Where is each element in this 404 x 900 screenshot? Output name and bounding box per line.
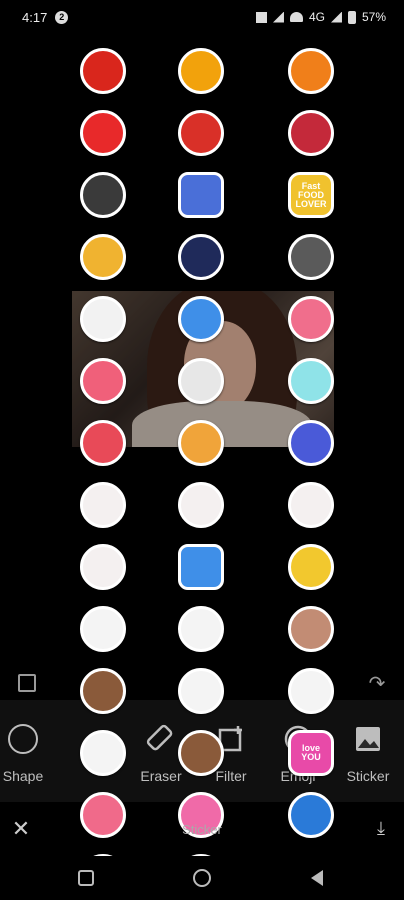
download-icon[interactable]: ⤓ <box>370 818 392 840</box>
goggles-icon <box>178 420 224 466</box>
panda-icon <box>178 668 224 714</box>
bear-balloon-icon <box>80 668 126 714</box>
phone-icon <box>178 544 224 590</box>
sticker-item[interactable] <box>166 660 236 722</box>
battery-icon <box>347 10 356 24</box>
sticker-item[interactable] <box>166 288 236 350</box>
glasses-icon <box>178 358 224 404</box>
sticker-item[interactable] <box>236 474 404 536</box>
status-time: 4:17 <box>22 9 48 25</box>
action-title: Sticker <box>182 822 222 837</box>
sticker-item[interactable] <box>166 226 236 288</box>
sticker-grid: Fast FOOD LOVER love YOU <box>0 40 404 900</box>
sticker-item[interactable] <box>236 102 404 164</box>
sticker-item[interactable] <box>0 40 166 102</box>
sticker-item[interactable] <box>166 722 236 784</box>
pink-hat-icon <box>80 358 126 404</box>
network-type: 4G <box>308 10 325 24</box>
sticker-item[interactable] <box>236 288 404 350</box>
panda-icon <box>288 668 334 714</box>
panda-small-icon <box>80 606 126 652</box>
navigation-bar <box>0 856 404 900</box>
carrot-icon <box>288 48 334 94</box>
vibrate-icon <box>255 11 267 23</box>
signal-icon <box>330 11 342 23</box>
sticker-item[interactable]: Fast FOOD LOVER <box>236 164 404 226</box>
sticker-item[interactable] <box>0 102 166 164</box>
recents-icon[interactable] <box>78 870 94 886</box>
love-you-icon: love YOU <box>288 730 334 776</box>
panda-small-icon <box>178 606 224 652</box>
bunny-icon <box>178 482 224 528</box>
sticker-item[interactable] <box>236 536 404 598</box>
bear-icon <box>288 606 334 652</box>
sticker-item[interactable] <box>166 412 236 474</box>
wine-glass-icon <box>288 110 334 156</box>
witch-hat-icon <box>178 234 224 280</box>
pepper-icon <box>178 48 224 94</box>
sticker-item[interactable] <box>236 598 404 660</box>
sticker-item[interactable] <box>236 40 404 102</box>
sticker-item[interactable] <box>0 536 166 598</box>
sticker-item[interactable] <box>0 412 166 474</box>
wifi-icon <box>289 12 303 22</box>
status-bar: 4:17 2 4G 57% <box>0 0 404 34</box>
sticker-item[interactable] <box>236 412 404 474</box>
sticker-item[interactable] <box>0 164 166 226</box>
status-indicators: 4G 57% <box>255 10 386 24</box>
book-icon <box>178 172 224 218</box>
star-icon <box>288 544 334 590</box>
notification-badge-icon: 2 <box>55 10 69 24</box>
action-bar: ✕ Sticker ⤓ <box>0 810 404 852</box>
bear-heart-icon <box>178 730 224 776</box>
chili-icon <box>80 48 126 94</box>
cast-icon <box>272 11 284 23</box>
party-hat-icon <box>80 234 126 280</box>
snorkel-icon <box>80 420 126 466</box>
bunny-icon <box>288 482 334 528</box>
graduation-cap-icon <box>288 234 334 280</box>
sticker-item[interactable] <box>0 660 166 722</box>
heart-glasses-icon <box>288 420 334 466</box>
sticker-item[interactable]: love YOU <box>236 722 404 784</box>
sticker-item[interactable] <box>236 350 404 412</box>
sticker-item[interactable] <box>166 102 236 164</box>
sticker-item[interactable] <box>0 226 166 288</box>
sticker-item[interactable] <box>166 164 236 226</box>
sticker-item[interactable] <box>0 474 166 536</box>
sticker-item[interactable] <box>166 598 236 660</box>
strawberry-icon <box>80 110 126 156</box>
sticker-item[interactable] <box>0 598 166 660</box>
home-icon[interactable] <box>193 869 211 887</box>
sticker-item[interactable] <box>166 40 236 102</box>
chef-hat-icon <box>80 296 126 342</box>
sticker-item[interactable] <box>166 536 236 598</box>
sticker-item[interactable] <box>0 350 166 412</box>
sticker-item[interactable] <box>236 226 404 288</box>
party-hat-face-icon <box>178 296 224 342</box>
rocking-horse-icon <box>80 172 126 218</box>
fast-food-lover-icon: Fast FOOD LOVER <box>288 172 334 218</box>
back-icon[interactable] <box>311 870 323 886</box>
panda-sitting-icon <box>80 730 126 776</box>
beanie-icon <box>288 296 334 342</box>
sticker-item[interactable] <box>0 288 166 350</box>
sticker-item[interactable] <box>0 722 166 784</box>
bunny-icon <box>80 482 126 528</box>
battery-percent: 57% <box>361 10 386 24</box>
tomato-icon <box>178 110 224 156</box>
sticker-item[interactable] <box>166 350 236 412</box>
sunglasses-icon <box>288 358 334 404</box>
sticker-item[interactable] <box>166 474 236 536</box>
bunny-wave-icon <box>80 544 126 590</box>
sticker-item[interactable] <box>236 660 404 722</box>
